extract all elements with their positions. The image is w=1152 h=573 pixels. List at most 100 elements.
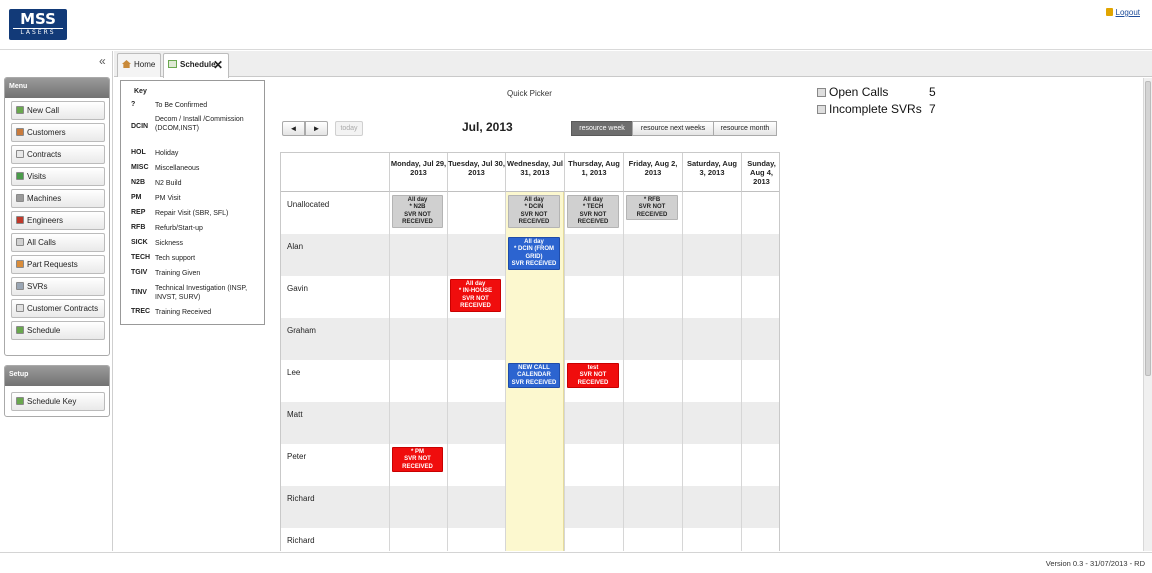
schedule-event[interactable]: * RFB SVR NOT RECEIVED	[626, 195, 678, 221]
event-line: RECEIVED	[577, 379, 609, 386]
menu-item-label: Customer Contracts	[27, 304, 99, 313]
resource-label-richard[interactable]: Richard	[281, 486, 388, 528]
key-description: Technical Investigation (INSP, INVST, SU…	[155, 285, 248, 301]
resource-week-button[interactable]: resource week	[571, 121, 633, 136]
menu-item-part-requests[interactable]: Part Requests	[11, 255, 105, 274]
customers-icon	[16, 128, 24, 136]
event-line: RECEIVED	[518, 218, 550, 225]
resource-calendar: Monday, Jul 29, 2013 Tuesday, Jul 30, 201…	[280, 152, 780, 551]
resource-label-graham[interactable]: Graham	[281, 318, 388, 360]
machines-icon	[16, 194, 24, 202]
event-line: SVR NOT	[404, 211, 431, 218]
setup-item-schedule-key[interactable]: Schedule Key	[11, 392, 105, 411]
logout-link[interactable]: Logout	[1105, 8, 1140, 17]
day-header[interactable]: Thursday, Aug 1, 2013	[564, 153, 623, 192]
menu-item-engineers[interactable]: Engineers	[11, 211, 105, 230]
schedule-event[interactable]: All day * N2B SVR NOT RECEIVED	[392, 195, 443, 228]
prev-button[interactable]: ◄	[282, 121, 305, 136]
menu-item-contracts[interactable]: Contracts	[11, 145, 105, 164]
menu-item-visits[interactable]: Visits	[11, 167, 105, 186]
menu-item-label: Engineers	[27, 216, 64, 225]
day-header[interactable]: Saturday, Aug 3, 2013	[682, 153, 741, 192]
tab-schedule[interactable]: Schedule ✕	[163, 53, 229, 78]
incomplete-svrs-label: Incomplete SVRs	[829, 102, 922, 116]
schedule-event[interactable]: All day * DCIN (FROM GRID) SVR RECEIVED	[508, 237, 560, 270]
day-column-divider	[623, 192, 624, 551]
vertical-scrollbar[interactable]	[1143, 78, 1152, 551]
event-line: * RFB	[643, 197, 661, 203]
today-button[interactable]: today	[335, 121, 363, 136]
event-line: SVR RECEIVED	[511, 379, 557, 386]
tab-schedule-label: Schedule	[180, 60, 216, 69]
resource-label-unallocated[interactable]: Unallocated	[281, 192, 388, 234]
event-line: All day	[524, 239, 544, 245]
key-code: DCIN	[131, 123, 149, 130]
collapse-sidebar-icon[interactable]: «	[99, 54, 106, 68]
key-code: TECH	[131, 254, 151, 261]
resource-next-weeks-button[interactable]: resource next weeks	[632, 121, 714, 136]
menu-item-new-call[interactable]: New Call	[11, 101, 105, 120]
resource-label-peter[interactable]: Peter	[281, 444, 388, 486]
schedule-key-icon	[16, 397, 24, 405]
key-code: TINV	[131, 289, 147, 296]
day-header[interactable]: Wednesday, Jul 31, 2013	[505, 153, 564, 192]
footer: Version 0.3 - 31/07/2013 - RD	[0, 552, 1152, 573]
schedule-event[interactable]: NEW CALL CALENDAR SVR RECEIVED	[508, 363, 560, 389]
logo-subtext: LASERS	[13, 28, 63, 37]
menu-item-label: New Call	[27, 106, 60, 115]
day-header[interactable]: Friday, Aug 2, 2013	[623, 153, 682, 192]
menu-item-machines[interactable]: Machines	[11, 189, 105, 208]
menu-item-schedule[interactable]: Schedule	[11, 321, 105, 340]
resource-month-button[interactable]: resource month	[713, 121, 777, 136]
day-column-divider	[447, 192, 448, 551]
tab-home[interactable]: Home	[117, 53, 161, 77]
menu-item-all-calls[interactable]: All Calls	[11, 233, 105, 252]
day-header[interactable]: Monday, Jul 29, 2013	[389, 153, 447, 192]
day-column-divider	[389, 192, 390, 551]
menu-item-svrs[interactable]: SVRs	[11, 277, 105, 296]
schedule-event[interactable]: test SVR NOT RECEIVED	[567, 363, 619, 389]
schedule-event[interactable]: All day * IN-HOUSE SVR NOT RECEIVED	[450, 279, 501, 312]
key-description: To Be Confirmed	[155, 102, 208, 109]
key-code: TREC	[131, 308, 151, 315]
setup-list: Schedule Key	[5, 392, 109, 411]
setup-item-label: Schedule Key	[27, 397, 77, 406]
menu-item-customers[interactable]: Customers	[11, 123, 105, 142]
menu-item-label: Machines	[27, 194, 62, 203]
logout-label: Logout	[1115, 8, 1140, 17]
schedule-event[interactable]: All day * DCIN SVR NOT RECEIVED	[508, 195, 560, 228]
mss-lasers-logo[interactable]: MSS LASERS	[9, 9, 67, 40]
close-tab-icon[interactable]: ✕	[213, 54, 223, 76]
scrollbar-thumb[interactable]	[1145, 81, 1151, 376]
next-button[interactable]: ►	[305, 121, 328, 136]
event-line: SVR NOT	[579, 372, 607, 379]
day-header[interactable]: Tuesday, Jul 30, 2013	[447, 153, 505, 192]
event-line: SVR NOT	[462, 295, 489, 302]
customer-contracts-icon	[16, 304, 24, 312]
quick-picker-label[interactable]: Quick Picker	[507, 89, 552, 98]
setup-panel-title: Setup	[5, 366, 109, 386]
day-column-divider	[564, 192, 565, 551]
event-line: All day	[465, 281, 486, 287]
day-header[interactable]: Sunday, Aug 4, 2013	[741, 153, 779, 192]
incomplete-svrs-stat[interactable]: Incomplete SVRs 7	[817, 102, 936, 116]
schedule-event[interactable]: All day * TECH SVR NOT RECEIVED	[567, 195, 619, 228]
resource-label-alan[interactable]: Alan	[281, 234, 388, 276]
resource-label-matt[interactable]: Matt	[281, 402, 388, 444]
open-calls-icon	[817, 88, 826, 97]
menu-item-customer-contracts[interactable]: Customer Contracts	[11, 299, 105, 318]
resource-label-richard[interactable]: Richard	[281, 528, 388, 551]
event-line: GRID)	[525, 253, 543, 260]
svrs-icon	[16, 282, 24, 290]
lock-icon	[1105, 8, 1113, 16]
schedule-event[interactable]: * PM SVR NOT RECEIVED	[392, 447, 443, 473]
key-description: N2 Build	[155, 180, 182, 187]
key-code: SICK	[131, 239, 148, 246]
event-line: All day	[407, 197, 428, 203]
event-line: * N2B	[409, 204, 426, 211]
resource-label-gavin[interactable]: Gavin	[281, 276, 388, 318]
menu-item-label: Contracts	[27, 150, 62, 159]
key-code: MISC	[131, 164, 149, 171]
resource-label-lee[interactable]: Lee	[281, 360, 388, 402]
open-calls-stat[interactable]: Open Calls 5	[817, 85, 936, 99]
